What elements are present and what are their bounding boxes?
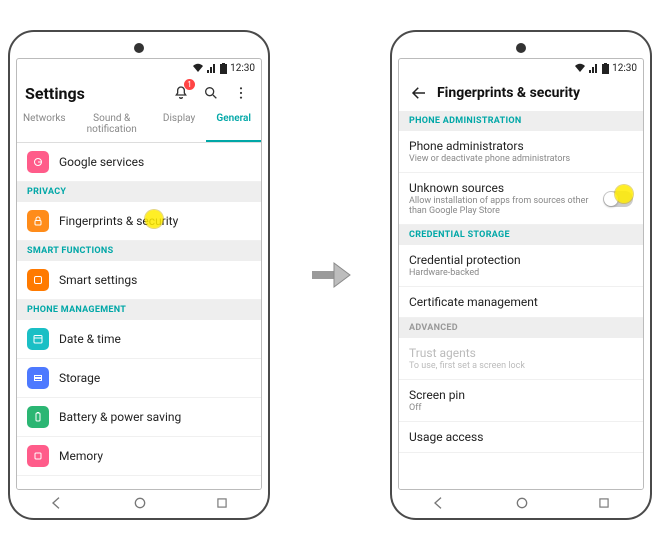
row-unknown-sources[interactable]: Unknown sources Allow installation of ap… bbox=[399, 173, 643, 225]
tab-general[interactable]: General bbox=[206, 107, 261, 142]
page-title: Fingerprints & security bbox=[437, 85, 635, 101]
tabs: Networks Sound & notification Display Ge… bbox=[17, 107, 261, 143]
row-label: Smart settings bbox=[59, 273, 251, 287]
notifications-button[interactable]: 1 bbox=[169, 81, 193, 105]
row-label: Fingerprints & security bbox=[59, 214, 251, 228]
nav-bar bbox=[398, 492, 644, 514]
battery-icon bbox=[602, 63, 609, 74]
security-list[interactable]: PHONE ADMINISTRATION Phone administrator… bbox=[399, 111, 643, 489]
section-credential-storage: CREDENTIAL STORAGE bbox=[399, 225, 643, 245]
status-bar: 12:30 bbox=[399, 59, 643, 77]
app-bar: Settings 1 bbox=[17, 77, 261, 107]
calendar-icon bbox=[27, 328, 49, 350]
smart-icon bbox=[27, 269, 49, 291]
screen-left: 12:30 Settings 1 Networks Sound & notifi… bbox=[16, 58, 262, 490]
row-google-services[interactable]: Google services bbox=[17, 143, 261, 182]
row-label: Usage access bbox=[409, 430, 633, 444]
phone-right: 12:30 Fingerprints & security PHONE ADMI… bbox=[390, 30, 652, 520]
screen-right: 12:30 Fingerprints & security PHONE ADMI… bbox=[398, 58, 644, 490]
row-trust-agents: Trust agents To use, first set a screen … bbox=[399, 338, 643, 380]
signal-icon bbox=[589, 63, 599, 73]
row-label: Screen pin Off bbox=[409, 388, 633, 413]
overflow-button[interactable] bbox=[229, 81, 253, 105]
wifi-icon bbox=[574, 63, 586, 73]
tab-networks[interactable]: Networks bbox=[17, 107, 72, 142]
phone-left: 12:30 Settings 1 Networks Sound & notifi… bbox=[8, 30, 270, 520]
search-button[interactable] bbox=[199, 81, 223, 105]
arrow-left-icon bbox=[410, 84, 428, 102]
row-label: Phone administrators View or deactivate … bbox=[409, 139, 633, 164]
settings-list[interactable]: Google services PRIVACY Fingerprints & s… bbox=[17, 143, 261, 489]
row-credential-protection[interactable]: Credential protection Hardware-backed bbox=[399, 245, 643, 287]
row-label: Unknown sources Allow installation of ap… bbox=[409, 181, 593, 216]
row-fingerprints-security[interactable]: Fingerprints & security bbox=[17, 202, 261, 241]
back-button[interactable] bbox=[407, 81, 431, 105]
nav-back-icon[interactable] bbox=[431, 495, 447, 511]
row-smart-settings[interactable]: Smart settings bbox=[17, 261, 261, 300]
page-title: Settings bbox=[25, 84, 163, 103]
storage-icon bbox=[27, 367, 49, 389]
row-label: Memory bbox=[59, 449, 251, 463]
row-certificate-management[interactable]: Certificate management bbox=[399, 287, 643, 318]
row-phone-administrators[interactable]: Phone administrators View or deactivate … bbox=[399, 131, 643, 173]
phone-speaker bbox=[134, 43, 144, 53]
memory-icon bbox=[27, 445, 49, 467]
google-icon bbox=[27, 151, 49, 173]
row-storage[interactable]: Storage bbox=[17, 359, 261, 398]
row-screen-pin[interactable]: Screen pin Off bbox=[399, 380, 643, 422]
nav-bar bbox=[16, 492, 262, 514]
status-bar: 12:30 bbox=[17, 59, 261, 77]
status-time: 12:30 bbox=[230, 63, 255, 74]
row-usage-access[interactable]: Usage access bbox=[399, 422, 643, 453]
arrow-right-icon bbox=[308, 259, 352, 291]
status-time: 12:30 bbox=[612, 63, 637, 74]
row-label: Battery & power saving bbox=[59, 410, 251, 424]
app-bar: Fingerprints & security bbox=[399, 77, 643, 107]
section-smart-functions: SMART FUNCTIONS bbox=[17, 241, 261, 261]
search-icon bbox=[203, 85, 219, 101]
nav-home-icon[interactable] bbox=[514, 495, 530, 511]
signal-icon bbox=[207, 63, 217, 73]
row-label: Date & time bbox=[59, 332, 251, 346]
battery-saving-icon bbox=[27, 406, 49, 428]
row-label: Google services bbox=[59, 155, 251, 169]
nav-recent-icon[interactable] bbox=[215, 496, 229, 510]
phone-speaker bbox=[516, 43, 526, 53]
row-label: Certificate management bbox=[409, 295, 633, 309]
tab-sound[interactable]: Sound & notification bbox=[72, 107, 152, 142]
battery-icon bbox=[220, 63, 227, 74]
row-date-time[interactable]: Date & time bbox=[17, 320, 261, 359]
lock-icon bbox=[27, 210, 49, 232]
nav-home-icon[interactable] bbox=[132, 495, 148, 511]
row-label: Trust agents To use, first set a screen … bbox=[409, 346, 633, 371]
row-battery[interactable]: Battery & power saving bbox=[17, 398, 261, 437]
section-phone-admin: PHONE ADMINISTRATION bbox=[399, 111, 643, 131]
section-advanced: ADVANCED bbox=[399, 318, 643, 338]
unknown-sources-toggle[interactable] bbox=[603, 191, 633, 207]
nav-back-icon[interactable] bbox=[49, 495, 65, 511]
section-privacy: PRIVACY bbox=[17, 182, 261, 202]
notification-badge: 1 bbox=[184, 79, 195, 90]
nav-recent-icon[interactable] bbox=[597, 496, 611, 510]
section-phone-management: PHONE MANAGEMENT bbox=[17, 300, 261, 320]
row-label: Credential protection Hardware-backed bbox=[409, 253, 633, 278]
row-memory[interactable]: Memory bbox=[17, 437, 261, 476]
transition-arrow bbox=[307, 259, 353, 291]
more-vert-icon bbox=[233, 85, 249, 101]
row-label: Storage bbox=[59, 371, 251, 385]
wifi-icon bbox=[192, 63, 204, 73]
tab-display[interactable]: Display bbox=[152, 107, 207, 142]
